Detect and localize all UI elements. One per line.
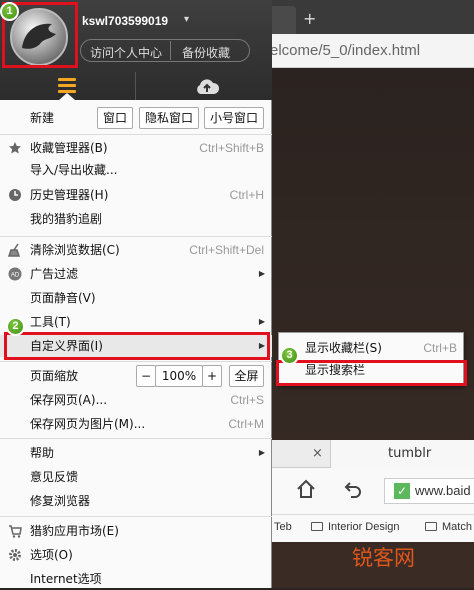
- menu-item-label: 修复浏览器: [30, 494, 91, 508]
- menu-item-save-image[interactable]: 保存网页为图片(M)... Ctrl+M: [0, 413, 272, 435]
- menu-item-label: 广告过滤: [30, 267, 79, 281]
- menu-item-import-export[interactable]: 导入/导出收藏...: [0, 159, 272, 181]
- svg-text:AD: AD: [11, 273, 20, 279]
- zoom-level: 100%: [155, 365, 203, 387]
- ad-icon: AD: [8, 267, 22, 281]
- folder-icon: [425, 522, 437, 531]
- browser-tab[interactable]: [270, 6, 296, 34]
- username[interactable]: kswl703599019: [82, 14, 168, 28]
- star-icon: [9, 142, 21, 154]
- menu-item-save-page[interactable]: 保存网页(A)... Ctrl+S: [0, 389, 272, 411]
- divider: [0, 134, 272, 135]
- fullscreen-button[interactable]: 全屏: [229, 365, 264, 387]
- menu-item-repair[interactable]: 修复浏览器: [0, 490, 272, 512]
- zoom-in-button[interactable]: +: [202, 365, 222, 387]
- new-window-button[interactable]: 窗口: [97, 107, 133, 129]
- new-private-window-button[interactable]: 隐私窗口: [139, 107, 199, 129]
- menu-item-label: 意见反馈: [30, 470, 79, 484]
- shortcut-label: Ctrl+B: [423, 341, 457, 355]
- new-alt-window-button[interactable]: 小号窗口: [204, 107, 264, 129]
- visit-center-button[interactable]: 访问个人中心: [90, 44, 162, 61]
- backup-favorites-button[interactable]: 备份收藏: [182, 44, 230, 61]
- menu-item-label: 显示收藏栏(S): [305, 341, 382, 355]
- menu-item-feedback[interactable]: 意见反馈: [0, 466, 272, 488]
- menu-item-label: 我的猎豹追剧: [30, 212, 103, 226]
- divider: [0, 361, 272, 362]
- menu-item-help[interactable]: 帮助 ▶: [0, 442, 272, 464]
- menu-item-clear-data[interactable]: 清除浏览数据(C) Ctrl+Shift+Del: [0, 239, 272, 261]
- inner-tab-close-icon[interactable]: ×: [312, 446, 323, 461]
- clock-icon: [9, 189, 21, 201]
- address-url: elcome/5_0/index.html: [270, 42, 421, 59]
- menu-item-label: 页面缩放: [30, 369, 79, 383]
- new-tab-button[interactable]: +: [303, 9, 316, 28]
- shortcut-label: Ctrl+S: [230, 393, 264, 407]
- menu-item-label: 选项(O): [30, 548, 73, 562]
- cloud-upload-icon[interactable]: [194, 78, 220, 96]
- menu-item-internet-options[interactable]: Internet选项: [0, 568, 272, 590]
- broom-icon: [8, 243, 21, 257]
- menu-item-history-manager[interactable]: 历史管理器(H) Ctrl+H: [0, 184, 272, 206]
- divider: [135, 72, 136, 100]
- submenu-item-show-favbar[interactable]: 显示收藏栏(S) Ctrl+B: [279, 337, 465, 359]
- menu-item-label: 历史管理器(H): [30, 188, 109, 202]
- menu-item-label: Internet选项: [30, 572, 102, 586]
- watermark: 锐客网: [352, 546, 415, 570]
- check-icon: ✓: [394, 483, 410, 499]
- step-badge: 1: [0, 2, 19, 21]
- menu-item-label: 清除浏览数据(C): [30, 243, 120, 257]
- bookmark-item[interactable]: Interior Design: [311, 521, 400, 533]
- chevron-down-icon[interactable]: ▾: [184, 14, 189, 25]
- divider: [0, 516, 272, 517]
- divider: [0, 438, 272, 439]
- menu-item-label: 帮助: [30, 446, 55, 460]
- inner-tab-title: tumblr: [388, 446, 432, 461]
- menu-item-label: 保存网页(A)...: [30, 393, 108, 407]
- shortcut-label: Ctrl+Shift+Del: [189, 243, 264, 257]
- bookmark-item[interactable]: Teb: [274, 521, 292, 533]
- highlight-searchbar: [276, 360, 467, 386]
- menu-item-my-follow[interactable]: 我的猎豹追剧: [0, 208, 272, 230]
- menu-item-favorites-manager[interactable]: 收藏管理器(B) Ctrl+Shift+B: [0, 137, 272, 159]
- bookmark-item[interactable]: Match: [425, 521, 472, 533]
- submenu-arrow-icon: ▶: [258, 317, 265, 326]
- step-badge: 2: [6, 317, 25, 336]
- menu-item-label: 保存网页为图片(M)...: [30, 417, 146, 431]
- divider: [0, 236, 272, 237]
- zoom-out-button[interactable]: −: [136, 365, 156, 387]
- home-icon[interactable]: [295, 478, 317, 500]
- menu-item-zoom: 页面缩放 − 100% + 全屏: [0, 365, 272, 387]
- shortcut-label: Ctrl+H: [229, 188, 264, 202]
- folder-icon: [311, 522, 323, 531]
- menu-item-app-market[interactable]: 猎豹应用市场(E): [0, 520, 272, 542]
- menu-item-page-mute[interactable]: 页面静音(V): [0, 287, 272, 309]
- submenu-arrow-icon: ▶: [258, 269, 265, 278]
- back-icon[interactable]: [342, 478, 364, 500]
- cart-icon: [9, 525, 22, 538]
- menu-icon[interactable]: [58, 78, 76, 94]
- menu-item-label: 工具(T): [30, 315, 71, 329]
- menu-item-label: 猎豹应用市场(E): [30, 524, 119, 538]
- inner-address-url: www.baid: [415, 483, 471, 498]
- menu-item-tools[interactable]: 工具(T) ▶: [0, 311, 272, 333]
- menu-item-label: 收藏管理器(B): [30, 141, 108, 155]
- menu-item-new: 新建 窗口 隐私窗口 小号窗口: [0, 107, 272, 129]
- divider: [170, 41, 171, 60]
- step-badge: 3: [280, 346, 299, 365]
- gear-icon: [9, 549, 21, 561]
- shortcut-label: Ctrl+Shift+B: [199, 141, 264, 155]
- active-tab-indicator: [59, 93, 75, 100]
- menu-item-options[interactable]: 选项(O): [0, 544, 272, 566]
- menu-item-label: 导入/导出收藏...: [30, 163, 118, 177]
- highlight-customize: [4, 332, 270, 360]
- menu-item-label: 页面静音(V): [30, 291, 96, 305]
- menu-item-label: 新建: [30, 111, 55, 125]
- submenu-arrow-icon: ▶: [258, 448, 265, 457]
- shortcut-label: Ctrl+M: [228, 417, 264, 431]
- menu-item-ad-filter[interactable]: AD 广告过滤 ▶: [0, 263, 272, 285]
